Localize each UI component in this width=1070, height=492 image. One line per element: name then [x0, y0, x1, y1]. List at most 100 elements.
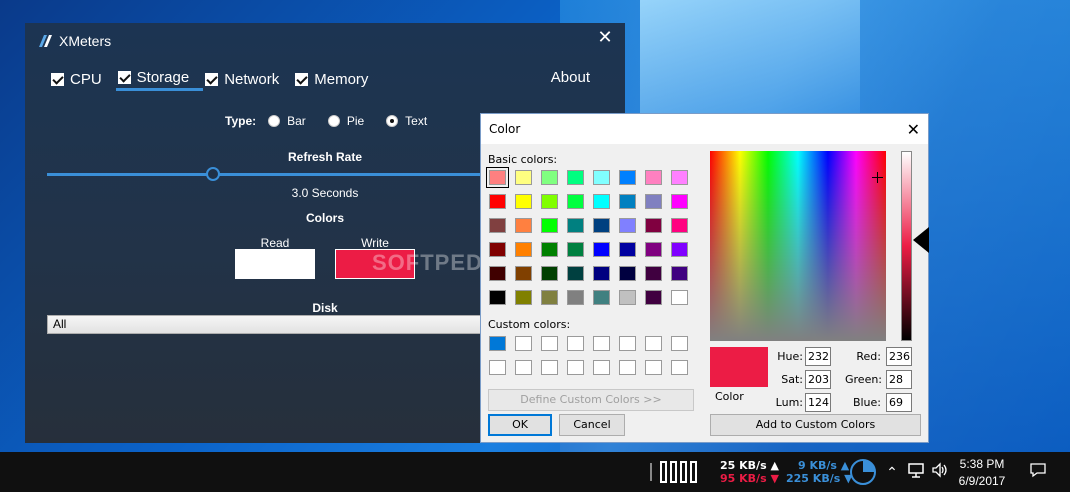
- basic-color-cell[interactable]: [671, 266, 688, 281]
- custom-color-cell[interactable]: [515, 336, 532, 351]
- basic-color-cell[interactable]: [541, 194, 558, 209]
- basic-color-cell[interactable]: [619, 266, 636, 281]
- custom-color-cell[interactable]: [671, 360, 688, 375]
- custom-color-cell[interactable]: [489, 336, 506, 351]
- define-custom-colors-button[interactable]: Define Custom Colors >>: [488, 389, 694, 411]
- about-link[interactable]: About: [551, 69, 590, 86]
- custom-color-cell[interactable]: [593, 360, 610, 375]
- color-spectrum[interactable]: [710, 151, 886, 341]
- hue-field[interactable]: 232: [805, 347, 831, 366]
- red-field[interactable]: 236: [886, 347, 912, 366]
- basic-color-cell[interactable]: [515, 266, 532, 281]
- basic-color-cell[interactable]: [593, 266, 610, 281]
- custom-color-cell[interactable]: [567, 360, 584, 375]
- clock-time[interactable]: 5:38 PM: [955, 457, 1009, 471]
- tab-memory[interactable]: Memory: [293, 67, 382, 91]
- basic-color-cell[interactable]: [541, 218, 558, 233]
- basic-color-cell[interactable]: [567, 266, 584, 281]
- basic-color-cell[interactable]: [567, 290, 584, 305]
- custom-color-cell[interactable]: [619, 336, 636, 351]
- basic-color-cell[interactable]: [541, 170, 558, 185]
- basic-color-cell[interactable]: [619, 194, 636, 209]
- basic-color-cell[interactable]: [645, 242, 662, 257]
- custom-color-cell[interactable]: [645, 336, 662, 351]
- basic-color-cell[interactable]: [671, 242, 688, 257]
- storage-checkbox[interactable]: [117, 71, 131, 84]
- tab-network[interactable]: Network: [203, 67, 293, 91]
- basic-color-cell[interactable]: [671, 170, 688, 185]
- memory-pie-icon[interactable]: [850, 459, 876, 485]
- custom-color-cell[interactable]: [645, 360, 662, 375]
- basic-color-cell[interactable]: [489, 218, 506, 233]
- basic-color-cell[interactable]: [567, 194, 584, 209]
- basic-color-cell[interactable]: [541, 290, 558, 305]
- refresh-rate-slider[interactable]: [47, 173, 503, 176]
- close-icon[interactable]: ✕: [907, 120, 920, 139]
- refresh-rate-slider-thumb[interactable]: [206, 167, 220, 181]
- custom-color-cell[interactable]: [567, 336, 584, 351]
- type-bar-radio[interactable]: Bar: [268, 114, 306, 128]
- type-text-radio[interactable]: Text: [386, 114, 427, 128]
- basic-color-cell[interactable]: [619, 242, 636, 257]
- clock-date[interactable]: 6/9/2017: [955, 474, 1009, 488]
- basic-color-cell[interactable]: [515, 242, 532, 257]
- basic-color-cell[interactable]: [619, 170, 636, 185]
- basic-color-cell[interactable]: [645, 218, 662, 233]
- green-field[interactable]: 28: [886, 370, 912, 389]
- basic-color-cell[interactable]: [515, 218, 532, 233]
- storage-read-rate[interactable]: 25 KB/s ▲: [720, 459, 779, 472]
- cancel-button[interactable]: Cancel: [559, 414, 625, 436]
- basic-color-cell[interactable]: [645, 290, 662, 305]
- tab-cpu[interactable]: CPU: [49, 67, 116, 91]
- basic-color-cell[interactable]: [541, 242, 558, 257]
- basic-color-cell[interactable]: [567, 170, 584, 185]
- sat-field[interactable]: 203: [805, 370, 831, 389]
- basic-color-cell[interactable]: [645, 194, 662, 209]
- storage-write-rate[interactable]: 95 KB/s ▼: [720, 472, 779, 485]
- radio-pie-dot[interactable]: [327, 115, 340, 127]
- custom-color-cell[interactable]: [593, 336, 610, 351]
- basic-color-cell[interactable]: [489, 194, 506, 209]
- cpu-bars-meter[interactable]: [660, 461, 697, 483]
- custom-color-cell[interactable]: [671, 336, 688, 351]
- luminosity-bar[interactable]: [901, 151, 912, 341]
- chevron-up-icon[interactable]: ⌃: [882, 462, 902, 482]
- basic-color-cell[interactable]: [645, 266, 662, 281]
- ok-button[interactable]: OK: [488, 414, 552, 436]
- custom-color-cell[interactable]: [489, 360, 506, 375]
- basic-color-cell[interactable]: [671, 194, 688, 209]
- add-to-custom-colors-button[interactable]: Add to Custom Colors: [710, 414, 921, 436]
- radio-text-dot[interactable]: [386, 115, 399, 127]
- custom-color-cell[interactable]: [619, 360, 636, 375]
- close-icon[interactable]: ✕: [597, 28, 613, 46]
- basic-color-cell[interactable]: [619, 290, 636, 305]
- network-icon[interactable]: [906, 462, 926, 482]
- basic-color-cell[interactable]: [486, 167, 509, 188]
- basic-color-cell[interactable]: [645, 170, 662, 185]
- custom-color-cell[interactable]: [515, 360, 532, 375]
- basic-color-cell[interactable]: [671, 218, 688, 233]
- lum-field[interactable]: 124: [805, 393, 831, 412]
- basic-color-cell[interactable]: [619, 218, 636, 233]
- basic-color-cell[interactable]: [515, 290, 532, 305]
- network-download-rate[interactable]: 225 KB/s ▼: [786, 472, 853, 485]
- basic-color-cell[interactable]: [593, 170, 610, 185]
- memory-checkbox[interactable]: [295, 72, 309, 86]
- basic-color-cell[interactable]: [671, 290, 688, 305]
- luminosity-arrow-icon[interactable]: [913, 227, 929, 253]
- basic-color-cell[interactable]: [489, 266, 506, 281]
- basic-color-cell[interactable]: [567, 218, 584, 233]
- notification-center-icon[interactable]: [1028, 462, 1048, 482]
- read-color-swatch[interactable]: [235, 249, 315, 279]
- basic-color-cell[interactable]: [489, 242, 506, 257]
- blue-field[interactable]: 69: [886, 393, 912, 412]
- basic-color-cell[interactable]: [593, 242, 610, 257]
- basic-color-cell[interactable]: [515, 194, 532, 209]
- basic-color-cell[interactable]: [593, 218, 610, 233]
- tab-storage[interactable]: Storage: [115, 67, 204, 91]
- basic-color-cell[interactable]: [515, 170, 532, 185]
- custom-color-cell[interactable]: [541, 360, 558, 375]
- type-pie-radio[interactable]: Pie: [327, 114, 364, 128]
- basic-color-cell[interactable]: [541, 266, 558, 281]
- basic-color-cell[interactable]: [593, 290, 610, 305]
